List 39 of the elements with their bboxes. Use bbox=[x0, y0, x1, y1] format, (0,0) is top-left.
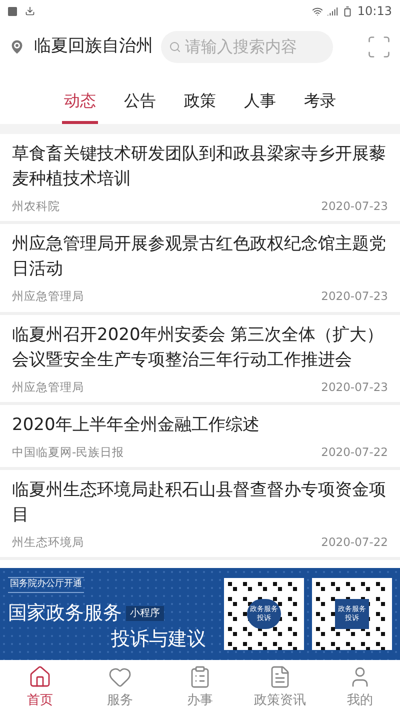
banner-kicker: 国务院办公厅开通 bbox=[8, 577, 84, 593]
search-field[interactable]: 请输入搜索内容 bbox=[161, 31, 333, 63]
news-date: 2020-07-23 bbox=[321, 378, 388, 396]
search-icon bbox=[169, 40, 181, 54]
news-title[interactable]: 临夏州生态环境局赴积石山县督查督办专项资金项目 bbox=[12, 478, 388, 528]
nav-tab[interactable]: 我的 bbox=[322, 664, 398, 710]
banner-title: 国家政务服务 bbox=[8, 600, 122, 626]
news-date: 2020-07-22 bbox=[321, 444, 388, 461]
news-title[interactable]: 临夏州召开2020年州安委会 第三次全体（扩大）会议暨安全生产专项整治三年行动工作推进会 bbox=[12, 322, 388, 372]
location-label[interactable]: 临夏回族自治州 bbox=[34, 34, 153, 60]
battery-icon bbox=[342, 6, 354, 16]
notification-icon bbox=[8, 6, 17, 16]
house-icon bbox=[28, 664, 52, 689]
tab[interactable]: 政策 bbox=[182, 89, 218, 124]
news-source: 州应急管理局 bbox=[12, 378, 84, 396]
news-source: 州生态环境局 bbox=[12, 534, 84, 551]
wifi-icon bbox=[312, 6, 324, 16]
news-title[interactable]: 草食畜关键技术研发团队到和政县梁家寺乡开展藜麦种植技术培训 bbox=[12, 142, 388, 192]
tab[interactable]: 人事 bbox=[242, 89, 278, 124]
news-title[interactable]: 州应急管理局开展参观景古红色政权纪念馆主题党日活动 bbox=[12, 232, 388, 282]
news-source: 州应急管理局 bbox=[12, 288, 84, 306]
banner-subtitle: 投诉与建议 bbox=[111, 627, 206, 652]
news-date: 2020-07-23 bbox=[321, 198, 388, 215]
download-icon bbox=[25, 6, 35, 16]
news-date: 2020-07-22 bbox=[321, 534, 388, 551]
nav-tab[interactable]: 政策资讯 bbox=[242, 664, 318, 710]
banner-badge: 小程序 bbox=[126, 606, 164, 620]
nav-tab[interactable]: 服务 bbox=[82, 664, 158, 710]
clock: 10:13 bbox=[357, 3, 392, 20]
scan-button[interactable] bbox=[366, 34, 392, 60]
news-title[interactable]: 2020年上半年全州金融工作综述 bbox=[12, 412, 388, 438]
tab[interactable]: 公告 bbox=[122, 89, 158, 124]
tab[interactable]: 考录 bbox=[302, 89, 338, 124]
nav-tab[interactable]: 办事 bbox=[162, 664, 238, 710]
signal-icon bbox=[327, 6, 338, 16]
nav-tab[interactable]: 首页 bbox=[2, 664, 78, 710]
news-date: 2020-07-23 bbox=[321, 288, 388, 306]
news-source: 州农科院 bbox=[12, 198, 60, 215]
news-source: 中国临夏网-民族日报 bbox=[12, 444, 124, 461]
